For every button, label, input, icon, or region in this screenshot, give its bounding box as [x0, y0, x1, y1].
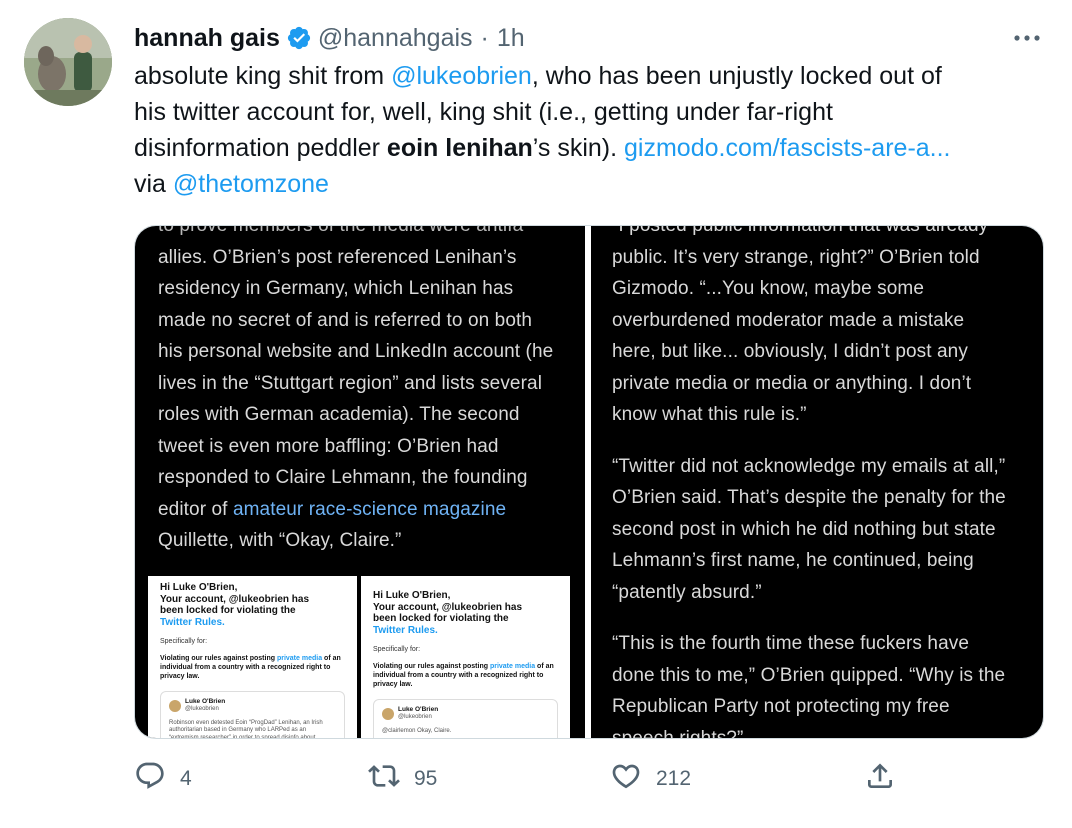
article-line: “Twitter did not acknowledge my emails a…: [612, 455, 1006, 477]
tweet-text-line: via @thetomzone: [134, 166, 1034, 202]
like-icon: [610, 760, 642, 797]
article-paragraph: “This is the fourth time these fuckers h…: [612, 628, 1032, 738]
url-link[interactable]: gizmodo.com/fascists-are-a...: [624, 134, 951, 162]
lock-notice-1: Hi Luke O'Brien, Your account, @lukeobri…: [148, 576, 357, 738]
lock-notice-screenshots: Hi Luke O'Brien, Your account, @lukeobri…: [148, 576, 570, 738]
tweet-text-line: disinformation peddler eoin lenihan’s sk…: [134, 130, 1034, 166]
like-button[interactable]: 212: [610, 760, 691, 797]
text-segment: absolute king shit from: [134, 62, 392, 90]
article-line: know what this rule is.”: [612, 404, 807, 425]
tweet-text: absolute king shit from @lukeobrien, who…: [134, 58, 1034, 202]
tweet-text-line: absolute king shit from @lukeobrien, who…: [134, 58, 1034, 94]
retweet-count: 95: [414, 766, 438, 790]
article-line: overburdened moderator made a mistake: [612, 309, 965, 331]
lock-notice-2: Hi Luke O'Brien, Your account, @lukeobri…: [361, 576, 570, 738]
article-line: allies. O’Brien’s post referenced Leniha…: [158, 246, 517, 268]
bold-text: eoin lenihan: [386, 134, 533, 162]
tweet-actions: 4 95 212: [134, 760, 914, 800]
article-line: Gizmodo. “...You know, maybe some: [612, 278, 925, 299]
embedded-tweet-card: Luke O'Brien @lukeobrien Robinson even de…: [160, 690, 345, 738]
article-line: tweet is even more baffling: O’Brien had: [158, 435, 499, 457]
more-icon[interactable]: [1012, 26, 1042, 50]
article-line: made no secret of and is referred to on …: [158, 309, 533, 331]
article-line: Republican Party not protecting my free: [612, 696, 950, 717]
article-line: Lehmann’s first name, he continued, bein…: [612, 550, 974, 571]
article-line: lives in the “Stuttgart region” and list…: [158, 372, 543, 394]
article-paragraph: “I posted public information that was al…: [612, 226, 1032, 431]
article-line: speech rights?”: [612, 727, 744, 739]
text-segment: via: [134, 170, 173, 198]
article-line: his personal website and LinkedIn accoun…: [158, 341, 554, 362]
handle[interactable]: @hannahgais: [318, 24, 473, 53]
share-icon: [864, 760, 896, 797]
article-line: second post in which he did nothing but …: [612, 518, 996, 540]
text-segment: , who has been unjustly locked out of: [531, 62, 942, 90]
media-grid[interactable]: to prove members of the media were antif…: [134, 225, 1044, 739]
article-line: private media or media or anything. I do…: [612, 372, 972, 394]
article-line: roles with German academia). The second: [158, 404, 520, 425]
article-line: O’Brien said. That’s despite the penalty…: [612, 487, 1006, 508]
article-line: “This is the fourth time these fuckers h…: [612, 633, 970, 654]
tweet-text-line: his twitter account for, well, king shit…: [134, 94, 1034, 130]
article-line: to prove members of the media were antif…: [158, 226, 578, 242]
retweet-icon: [368, 760, 400, 797]
article-line: residency in Germany, which Lenihan has: [158, 278, 514, 299]
article-line: editor of amateur race-science magazine: [158, 498, 507, 520]
tweet-header: hannah gais @hannahgais · 1h: [134, 20, 525, 56]
text-segment: ’s skin).: [532, 134, 625, 162]
media-image-left[interactable]: to prove members of the media were antif…: [135, 226, 585, 738]
share-button[interactable]: [864, 760, 896, 797]
article-link: amateur race-science magazine: [232, 498, 507, 520]
article-line: responded to Claire Lehmann, the foundin…: [158, 467, 528, 488]
text-segment: his twitter account for, well, king shit…: [134, 98, 833, 126]
embedded-tweet-card: Luke O'Brien @lukeobrien @clairlemon Okay…: [373, 698, 558, 738]
separator-dot: ·: [480, 23, 489, 52]
mention-link[interactable]: @thetomzone: [173, 170, 329, 198]
media-image-right[interactable]: “I posted public information that was al…: [591, 226, 1043, 738]
avatar: [382, 707, 394, 720]
article-line: Quillette, with “Okay, Claire.”: [158, 530, 402, 551]
avatar-photo: [24, 18, 112, 106]
article-excerpt-left: to prove members of the media were antif…: [158, 226, 578, 557]
article-paragraph: “Twitter did not acknowledge my emails a…: [612, 451, 1032, 609]
timestamp[interactable]: 1h: [497, 24, 525, 53]
article-line: “I posted public information that was al…: [612, 226, 1032, 242]
avatar: [169, 699, 181, 712]
article-line: here, but like... obviously, I didn’t po…: [612, 341, 968, 362]
reply-icon: [134, 760, 166, 797]
like-count: 212: [656, 766, 692, 790]
avatar[interactable]: [24, 18, 112, 106]
verified-badge-icon: [286, 25, 312, 51]
article-excerpt-right: “I posted public information that was al…: [612, 226, 1032, 738]
text-segment: disinformation peddler: [134, 134, 387, 162]
mention-link[interactable]: @lukeobrien: [391, 62, 532, 90]
article-line: done this to me,” O’Brien quipped. “Why …: [612, 664, 1006, 686]
article-line: “patently absurd.”: [612, 581, 762, 603]
retweet-button[interactable]: 95: [368, 760, 437, 797]
reply-button[interactable]: 4: [134, 760, 192, 797]
reply-count: 4: [180, 766, 192, 790]
article-line: public. It’s very strange, right?” O’Bri…: [612, 246, 980, 268]
display-name[interactable]: hannah gais: [134, 24, 280, 53]
